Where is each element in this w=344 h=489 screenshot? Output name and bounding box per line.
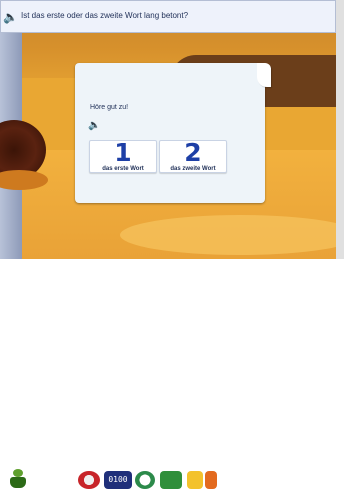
question-text: Ist das erste oder das zweite Wort lang … — [21, 11, 189, 20]
instruction-text: Höre gut zu! — [90, 104, 129, 111]
yellow-tool-icon[interactable] — [187, 471, 203, 489]
choice-number: 1 — [114, 138, 132, 167]
speaker-icon[interactable]: 🔈 — [88, 120, 100, 131]
choice-second-word-button[interactable]: 2 das zweite Wort — [159, 140, 227, 173]
green-tool-icon[interactable] — [160, 471, 182, 489]
gauge-icon[interactable] — [135, 471, 155, 489]
stop-icon[interactable] — [78, 471, 100, 489]
question-bar: 🔈 Ist das erste oder das zweite Wort lan… — [0, 0, 336, 33]
choice-number: 2 — [184, 138, 202, 167]
lamp-bulb — [13, 469, 23, 477]
speaker-icon[interactable]: 🔈 — [3, 10, 18, 24]
window-edge — [336, 0, 344, 259]
choice-label: das zweite Wort — [170, 166, 216, 172]
bottom-toolbar: 0100 — [0, 233, 344, 489]
lamp-icon[interactable] — [10, 469, 26, 489]
card-curl — [257, 63, 271, 87]
task-card — [75, 63, 265, 203]
choice-first-word-button[interactable]: 1 das erste Wort — [89, 140, 157, 173]
arrow-icon[interactable] — [205, 471, 217, 489]
clock-display: 0100 — [104, 471, 132, 489]
choice-label: das erste Wort — [102, 166, 144, 172]
lamp-base — [10, 477, 26, 488]
